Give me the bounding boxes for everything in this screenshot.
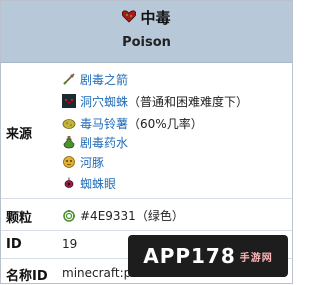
nameid-value: minecraft:p	[62, 266, 132, 280]
potion-icon	[62, 135, 76, 149]
source-item-poison-potion[interactable]: 剧毒药水	[62, 133, 128, 151]
particle-color-note: （绿色）	[135, 209, 184, 223]
source-link[interactable]: 剧毒药水	[80, 134, 128, 151]
source-link[interactable]: 河豚	[80, 154, 104, 171]
source-item-poison-arrow[interactable]: 剧毒之箭	[62, 70, 128, 88]
source-link[interactable]: 蜘蛛眼	[80, 175, 116, 192]
source-link[interactable]: 毒马铃薯	[80, 115, 128, 132]
particle-label: 颗粒	[6, 211, 33, 226]
source-item-pufferfish[interactable]: 河豚	[62, 153, 104, 171]
source-label: 来源	[6, 127, 33, 142]
pufferfish-icon	[62, 155, 76, 169]
potato-icon	[62, 116, 76, 130]
particle-value: #4E9331 （绿色）	[62, 207, 184, 224]
particle-swirl-icon	[62, 209, 76, 223]
source-link[interactable]: 剧毒之箭	[80, 71, 128, 88]
source-link[interactable]: 洞穴蜘蛛	[80, 93, 128, 110]
source-item-cave-spider[interactable]: 洞穴蜘蛛 （普通和困难难度下）	[62, 92, 248, 110]
watermark-logo: APP178 手游网	[128, 235, 288, 277]
particle-hex: #4E9331	[80, 208, 136, 223]
divider	[1, 230, 292, 231]
cave-spider-icon	[62, 94, 76, 108]
spider-eye-icon	[62, 176, 76, 190]
page-title: 中毒	[140, 8, 171, 27]
source-item-spider-eye[interactable]: 蜘蛛眼	[62, 174, 116, 192]
source-note: （普通和困难难度下）	[128, 94, 249, 109]
title-row: 中毒	[1, 7, 292, 27]
watermark-sub: 手游网	[239, 252, 273, 264]
watermark-brand: APP178	[143, 244, 236, 268]
arrow-icon	[62, 72, 76, 86]
page-subtitle: Poison	[122, 35, 171, 50]
id-label: ID	[6, 237, 22, 252]
nameid-label: 名称ID	[6, 269, 48, 284]
source-note: （60%几率）	[128, 116, 203, 131]
infobox-header: 中毒 Poison	[1, 1, 292, 63]
heart-icon	[122, 8, 137, 27]
id-value: 19	[62, 237, 78, 251]
divider	[1, 198, 292, 199]
source-item-poisonous-potato[interactable]: 毒马铃薯 （60%几率）	[62, 114, 203, 132]
